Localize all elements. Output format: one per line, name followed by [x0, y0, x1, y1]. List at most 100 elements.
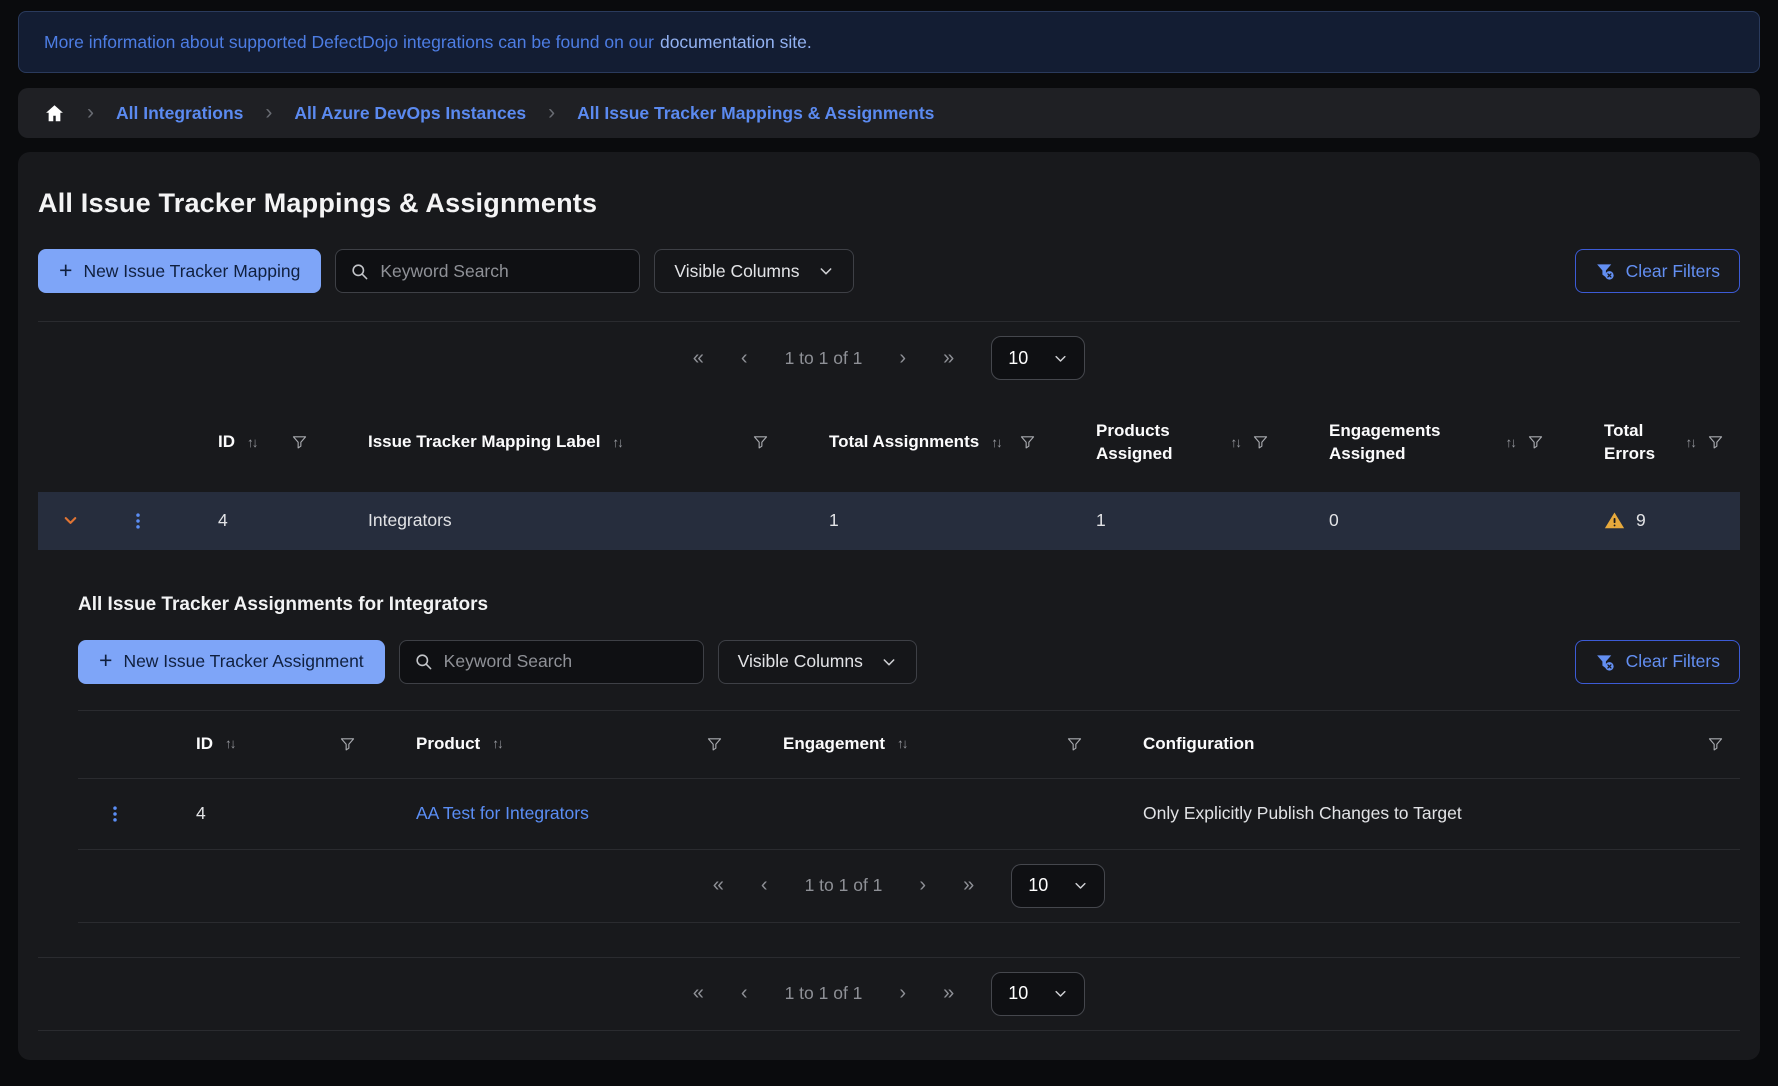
- next-page-button[interactable]: ›: [919, 874, 926, 897]
- column-header-mapping-label: Issue Tracker Mapping Label ↑↓: [324, 394, 785, 492]
- info-banner: More information about supported DefectD…: [18, 11, 1760, 73]
- column-label: Issue Tracker Mapping Label: [368, 431, 600, 454]
- visible-columns-dropdown[interactable]: Visible Columns: [654, 249, 853, 293]
- first-page-button[interactable]: «: [713, 874, 724, 897]
- keyword-search-box: [335, 249, 640, 293]
- documentation-link[interactable]: documentation site.: [660, 32, 812, 53]
- next-page-button[interactable]: ›: [899, 982, 906, 1005]
- page-size-select[interactable]: 10: [1011, 864, 1105, 908]
- page-size-select[interactable]: 10: [991, 972, 1085, 1016]
- column-label: Products Assigned: [1096, 420, 1219, 466]
- sort-icon[interactable]: ↑↓: [991, 434, 1001, 452]
- main-toolbar: + New Issue Tracker Mapping Visible Colu…: [38, 249, 1740, 293]
- column-label: Engagements Assigned: [1329, 420, 1494, 466]
- row-actions-kebab-icon[interactable]: [102, 492, 174, 550]
- filter-icon[interactable]: [1252, 434, 1269, 451]
- sub-section-title: All Issue Tracker Assignments for Integr…: [78, 594, 1740, 616]
- clear-filters-button[interactable]: Clear Filters: [1575, 249, 1740, 293]
- new-issue-tracker-mapping-button[interactable]: + New Issue Tracker Mapping: [38, 249, 321, 293]
- search-icon: [350, 262, 369, 281]
- filter-icon[interactable]: [1527, 434, 1544, 451]
- sort-icon[interactable]: ↑↓: [1231, 434, 1241, 452]
- sub-visible-columns-dropdown[interactable]: Visible Columns: [718, 640, 917, 684]
- filter-icon[interactable]: [1066, 736, 1083, 753]
- cell-id: 4: [152, 779, 372, 849]
- new-issue-tracker-assignment-button[interactable]: + New Issue Tracker Assignment: [78, 640, 385, 684]
- column-header-configuration: Configuration: [1099, 711, 1740, 778]
- filter-icon[interactable]: [291, 434, 308, 451]
- cell-mapping-label: Integrators: [324, 492, 785, 550]
- first-page-button[interactable]: «: [693, 982, 704, 1005]
- column-label: Engagement: [783, 733, 885, 756]
- previous-page-button[interactable]: ‹: [761, 874, 768, 897]
- sub-table-pagination: « ‹ 1 to 1 of 1 › » 10: [78, 850, 1740, 922]
- last-page-button[interactable]: »: [963, 874, 974, 897]
- sub-table-header: ID ↑↓ Product ↑↓ Engagement ↑↓: [78, 711, 1740, 778]
- filter-icon[interactable]: [1707, 434, 1724, 451]
- collapse-row-chevron-icon[interactable]: [38, 492, 102, 550]
- sort-icon[interactable]: ↑↓: [612, 434, 622, 452]
- plus-icon: +: [59, 259, 72, 282]
- filter-icon[interactable]: [1707, 736, 1724, 753]
- home-icon[interactable]: [44, 103, 65, 124]
- column-label: ID: [196, 733, 213, 756]
- column-header-total-assignments: Total Assignments ↑↓: [785, 394, 1052, 492]
- sort-icon[interactable]: ↑↓: [225, 735, 235, 753]
- sort-icon[interactable]: ↑↓: [247, 434, 257, 452]
- page-size-value: 10: [1008, 348, 1028, 369]
- main-table-top-pagination: « ‹ 1 to 1 of 1 › » 10: [18, 322, 1760, 394]
- chevron-down-icon: [1073, 878, 1088, 893]
- assignments-sub-panel: All Issue Tracker Assignments for Integr…: [78, 594, 1740, 923]
- sort-icon[interactable]: ↑↓: [1506, 434, 1516, 452]
- sub-keyword-search-input[interactable]: [444, 651, 689, 672]
- sort-icon[interactable]: ↑↓: [897, 735, 907, 753]
- breadcrumb-current-page[interactable]: All Issue Tracker Mappings & Assignments: [577, 103, 934, 124]
- clear-filters-label: Clear Filters: [1626, 651, 1720, 672]
- pagination-range: 1 to 1 of 1: [785, 348, 863, 369]
- page-title: All Issue Tracker Mappings & Assignments: [18, 152, 1760, 219]
- total-errors-count: 9: [1636, 510, 1646, 531]
- sub-clear-filters-button[interactable]: Clear Filters: [1575, 640, 1740, 684]
- previous-page-button[interactable]: ‹: [741, 347, 748, 370]
- filter-icon[interactable]: [339, 736, 356, 753]
- column-header-product: Product ↑↓: [372, 711, 739, 778]
- breadcrumb-separator-icon: ›: [265, 102, 272, 123]
- sub-toolbar: + New Issue Tracker Assignment Visible C…: [78, 640, 1740, 684]
- last-page-button[interactable]: »: [943, 982, 954, 1005]
- page: More information about supported DefectD…: [0, 0, 1778, 1060]
- page-size-select[interactable]: 10: [991, 336, 1085, 380]
- previous-page-button[interactable]: ‹: [741, 982, 748, 1005]
- filter-icon[interactable]: [706, 736, 723, 753]
- product-link[interactable]: AA Test for Integrators: [416, 803, 589, 824]
- clear-filter-icon: [1595, 261, 1615, 281]
- last-page-button[interactable]: »: [943, 347, 954, 370]
- column-header-actions: [102, 394, 174, 492]
- pagination-range: 1 to 1 of 1: [785, 983, 863, 1004]
- sort-icon[interactable]: ↑↓: [1686, 434, 1696, 452]
- breadcrumb-separator-icon: ›: [548, 102, 555, 123]
- column-label: Configuration: [1143, 733, 1254, 756]
- chevron-down-icon: [881, 654, 897, 670]
- breadcrumb-all-integrations[interactable]: All Integrations: [116, 103, 243, 124]
- table-row[interactable]: 4 Integrators 1 1 0 9: [38, 492, 1740, 550]
- clear-filters-label: Clear Filters: [1626, 261, 1720, 282]
- sub-keyword-search-box: [399, 640, 704, 684]
- cell-engagement: [739, 779, 1099, 849]
- keyword-search-input[interactable]: [380, 261, 625, 282]
- first-page-button[interactable]: «: [693, 347, 704, 370]
- filter-icon[interactable]: [752, 434, 769, 451]
- plus-icon: +: [99, 649, 112, 672]
- column-header-id: ID ↑↓: [152, 711, 372, 778]
- row-actions-kebab-icon[interactable]: [78, 779, 152, 849]
- next-page-button[interactable]: ›: [899, 347, 906, 370]
- warning-icon: [1604, 510, 1625, 531]
- column-header-products-assigned: Products Assigned ↑↓: [1052, 394, 1285, 492]
- cell-id: 4: [174, 492, 324, 550]
- sort-icon[interactable]: ↑↓: [492, 735, 502, 753]
- breadcrumb-all-azure-devops-instances[interactable]: All Azure DevOps Instances: [294, 103, 526, 124]
- clear-filter-icon: [1595, 652, 1615, 672]
- filter-icon[interactable]: [1019, 434, 1036, 451]
- main-table-header: ID ↑↓ Issue Tracker Mapping Label ↑↓ Tot…: [38, 394, 1740, 492]
- column-label: ID: [218, 431, 235, 454]
- table-row[interactable]: 4 AA Test for Integrators Only Explicitl…: [78, 779, 1740, 849]
